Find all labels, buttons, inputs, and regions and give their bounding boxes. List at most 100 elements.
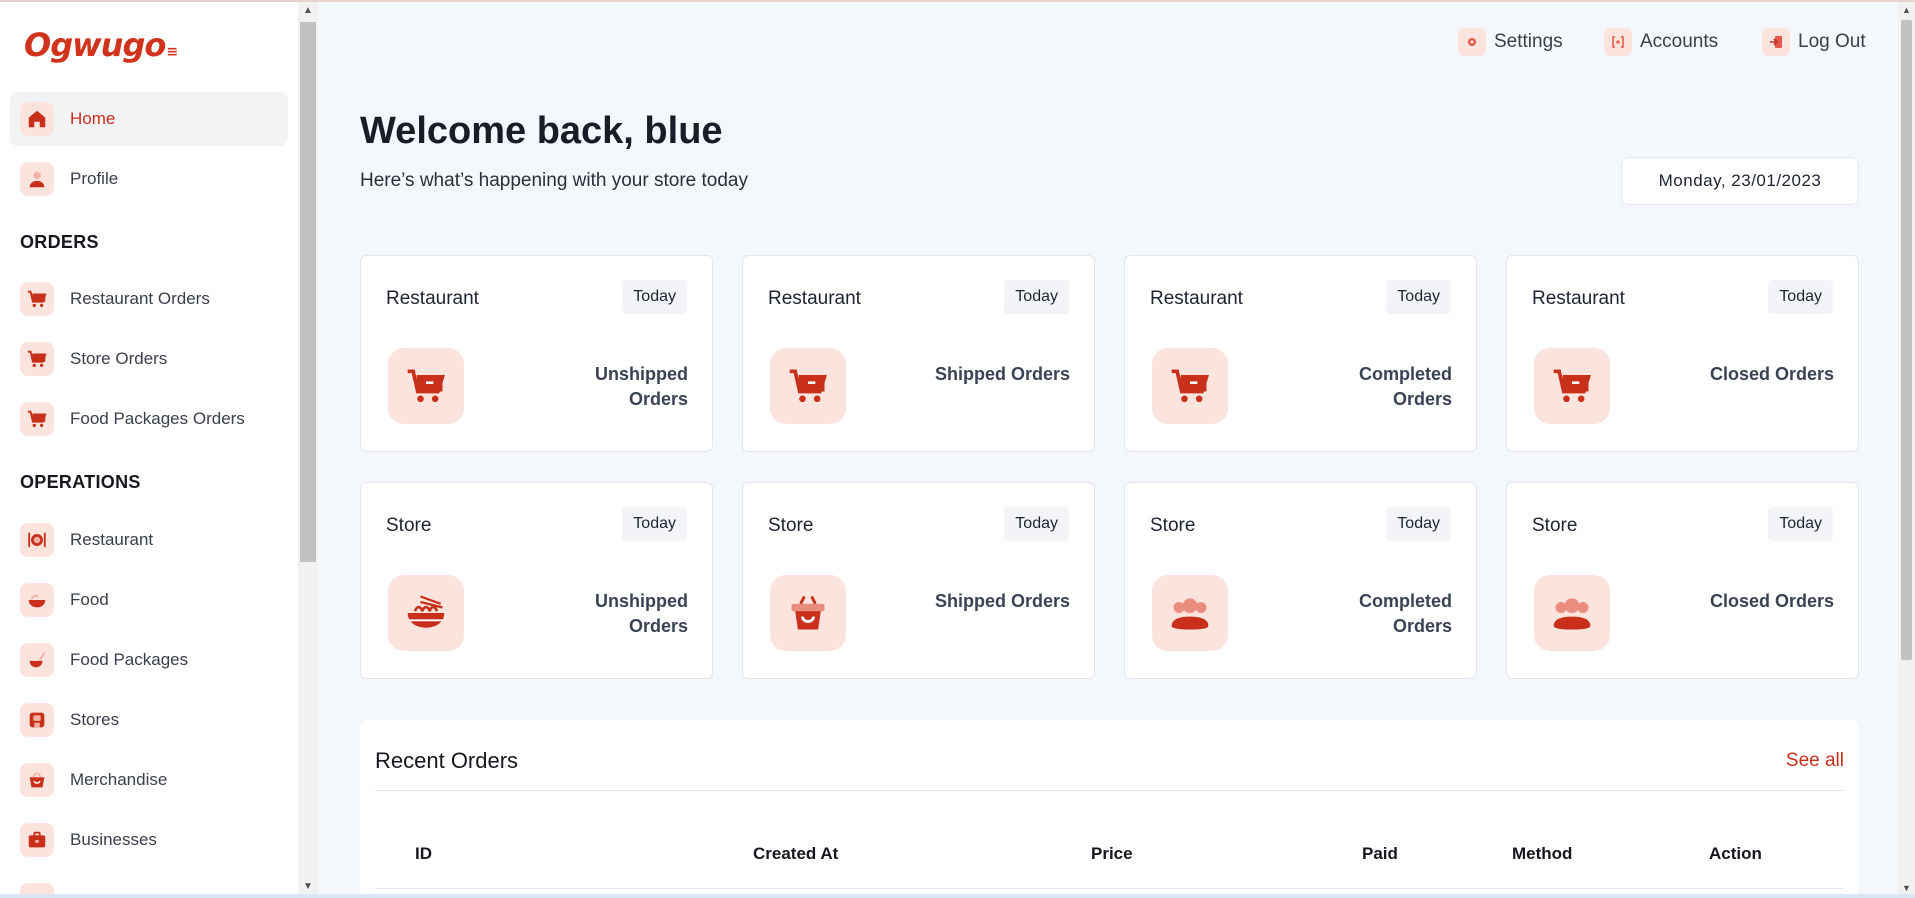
sidebar-item-label: Food Packages Orders	[70, 409, 245, 428]
card-period-badge[interactable]: Today	[1386, 507, 1451, 541]
card-period-badge[interactable]: Today	[1386, 280, 1451, 314]
sidebar-item-label: Merchandise	[70, 770, 168, 789]
card-label: Shipped Orders	[934, 364, 1070, 384]
divider	[375, 888, 1844, 889]
settings-link[interactable]: Settings	[1458, 28, 1563, 56]
sidebar-item-store-orders[interactable]: Store Orders	[10, 332, 288, 386]
cutlery-icon	[20, 523, 54, 557]
card-title: Store	[1532, 515, 1578, 536]
sidebar-item-profile[interactable]: Profile	[10, 152, 288, 206]
sidebar-item-label: Store Orders	[70, 349, 168, 368]
column-header-price[interactable]: Price	[1091, 844, 1133, 864]
stat-card-store-completed[interactable]: Store Today Completed Orders	[1124, 482, 1477, 679]
sidebar-item-food[interactable]: Food	[10, 573, 288, 627]
column-header-paid[interactable]: Paid	[1362, 844, 1398, 864]
recent-orders-title: Recent Orders	[375, 748, 519, 773]
sidebar-item-businesses[interactable]: Businesses	[10, 813, 288, 867]
briefcase-icon	[20, 823, 54, 857]
card-period-badge[interactable]: Today	[622, 507, 687, 541]
card-label: Unshipped Orders	[595, 364, 688, 409]
stat-card-store-unshipped[interactable]: Store Today Unshipped Orders	[360, 482, 713, 679]
sidebar-item-label: Food	[70, 590, 109, 609]
stat-card-store-shipped[interactable]: Store Today Shipped Orders	[742, 482, 1095, 679]
main-scroll-thumb[interactable]	[1901, 20, 1912, 660]
sidebar-item-label: Restaurant	[70, 530, 154, 549]
sidebar-item-food-packages-orders[interactable]: Food Packages Orders	[10, 392, 288, 446]
card-label: Closed Orders	[1709, 591, 1834, 611]
sidebar-scrollbar[interactable]: ▲ ▼	[298, 2, 318, 896]
card-period-badge[interactable]: Today	[622, 280, 687, 314]
accounts-label: Accounts	[1640, 31, 1719, 52]
page-title: Welcome back, blue	[360, 110, 723, 152]
card-period-badge[interactable]: Today	[1768, 280, 1833, 314]
store-icon	[20, 703, 54, 737]
stat-card-restaurant-shipped[interactable]: Restaurant Today Shipped Orders	[742, 255, 1095, 452]
card-title: Restaurant	[1150, 288, 1243, 309]
users-icon	[1534, 575, 1610, 651]
page-subtitle: Here’s what’s happening with your store …	[360, 170, 748, 191]
stat-card-restaurant-unshipped[interactable]: Restaurant Today Unshipped Orders	[360, 255, 713, 452]
sidebar-scroll-thumb[interactable]	[300, 22, 316, 562]
basket-icon	[770, 575, 846, 651]
card-period-badge[interactable]: Today	[1768, 507, 1833, 541]
sidebar-item-stores[interactable]: Stores	[10, 693, 288, 747]
cart-icon	[388, 348, 464, 424]
column-header-action[interactable]: Action	[1709, 844, 1762, 864]
basket-icon	[20, 763, 54, 797]
cart-icon	[1152, 348, 1228, 424]
card-title: Store	[1150, 515, 1196, 536]
column-header-method[interactable]: Method	[1512, 844, 1572, 864]
settings-label: Settings	[1494, 31, 1563, 52]
divider	[375, 790, 1844, 791]
logout-label: Log Out	[1798, 31, 1866, 52]
cart-icon	[770, 348, 846, 424]
sidebar-item-label: Restaurant Orders	[70, 289, 210, 308]
sidebar-item-restaurant-orders[interactable]: Restaurant Orders	[10, 272, 288, 326]
home-icon	[20, 102, 54, 136]
cart-icon	[20, 342, 54, 376]
card-label: Shipped Orders	[934, 591, 1070, 611]
sidebar-item-label: Stores	[70, 710, 120, 729]
orders-heading: ORDERS	[20, 232, 99, 252]
cart-icon	[20, 402, 54, 436]
noodle-bowl-icon	[388, 575, 464, 651]
see-all-link[interactable]: See all	[1786, 750, 1844, 772]
cart-icon	[20, 282, 54, 316]
sidebar-item-home[interactable]: Home	[10, 92, 288, 146]
card-period-badge[interactable]: Today	[1004, 507, 1069, 541]
cart-icon	[1534, 348, 1610, 424]
sidebar-item-label: Businesses	[70, 830, 157, 849]
accounts-link[interactable]: Accounts	[1604, 28, 1718, 56]
sidebar-item-merchandise[interactable]: Merchandise	[10, 753, 288, 807]
card-period-badge[interactable]: Today	[1004, 280, 1069, 314]
brand-logo[interactable]: Ogwugo≡	[24, 26, 178, 64]
scroll-up-icon[interactable]: ▲	[298, 2, 318, 20]
logout-icon	[1762, 28, 1790, 56]
main-scrollbar[interactable]: ▲ ▼	[1898, 2, 1915, 896]
card-title: Store	[386, 515, 432, 536]
stat-card-restaurant-closed[interactable]: Restaurant Today Closed Orders	[1506, 255, 1859, 452]
sidebar: Ogwugo≡ Home Profile ORDERS Restaurant O…	[0, 2, 298, 896]
card-label: Completed Orders	[1358, 591, 1452, 636]
card-title: Restaurant	[1532, 288, 1625, 309]
card-title: Restaurant	[386, 288, 479, 309]
logout-link[interactable]: Log Out	[1762, 28, 1866, 56]
card-title: Restaurant	[768, 288, 861, 309]
user-icon	[20, 162, 54, 196]
stat-card-restaurant-completed[interactable]: Restaurant Today Completed Orders	[1124, 255, 1477, 452]
sidebar-item-label: Food Packages	[70, 650, 189, 669]
sidebar-item-label: Home	[70, 109, 116, 128]
food-bowl-icon	[20, 583, 54, 617]
sidebar-item-food-packages[interactable]: Food Packages	[10, 633, 288, 687]
window-bottom-border	[0, 894, 1915, 898]
food-package-icon	[20, 643, 54, 677]
column-header-id[interactable]: ID	[415, 844, 432, 864]
stat-card-store-closed[interactable]: Store Today Closed Orders	[1506, 482, 1859, 679]
scroll-up-icon[interactable]: ▲	[1898, 2, 1915, 18]
card-label: Completed Orders	[1358, 364, 1452, 409]
sidebar-item-restaurant[interactable]: Restaurant	[10, 513, 288, 567]
column-header-created-at[interactable]: Created At	[753, 844, 838, 864]
date-display[interactable]: Monday, 23/01/2023	[1621, 157, 1859, 205]
sidebar-item-next[interactable]	[10, 873, 288, 896]
accounts-icon	[1604, 28, 1632, 56]
